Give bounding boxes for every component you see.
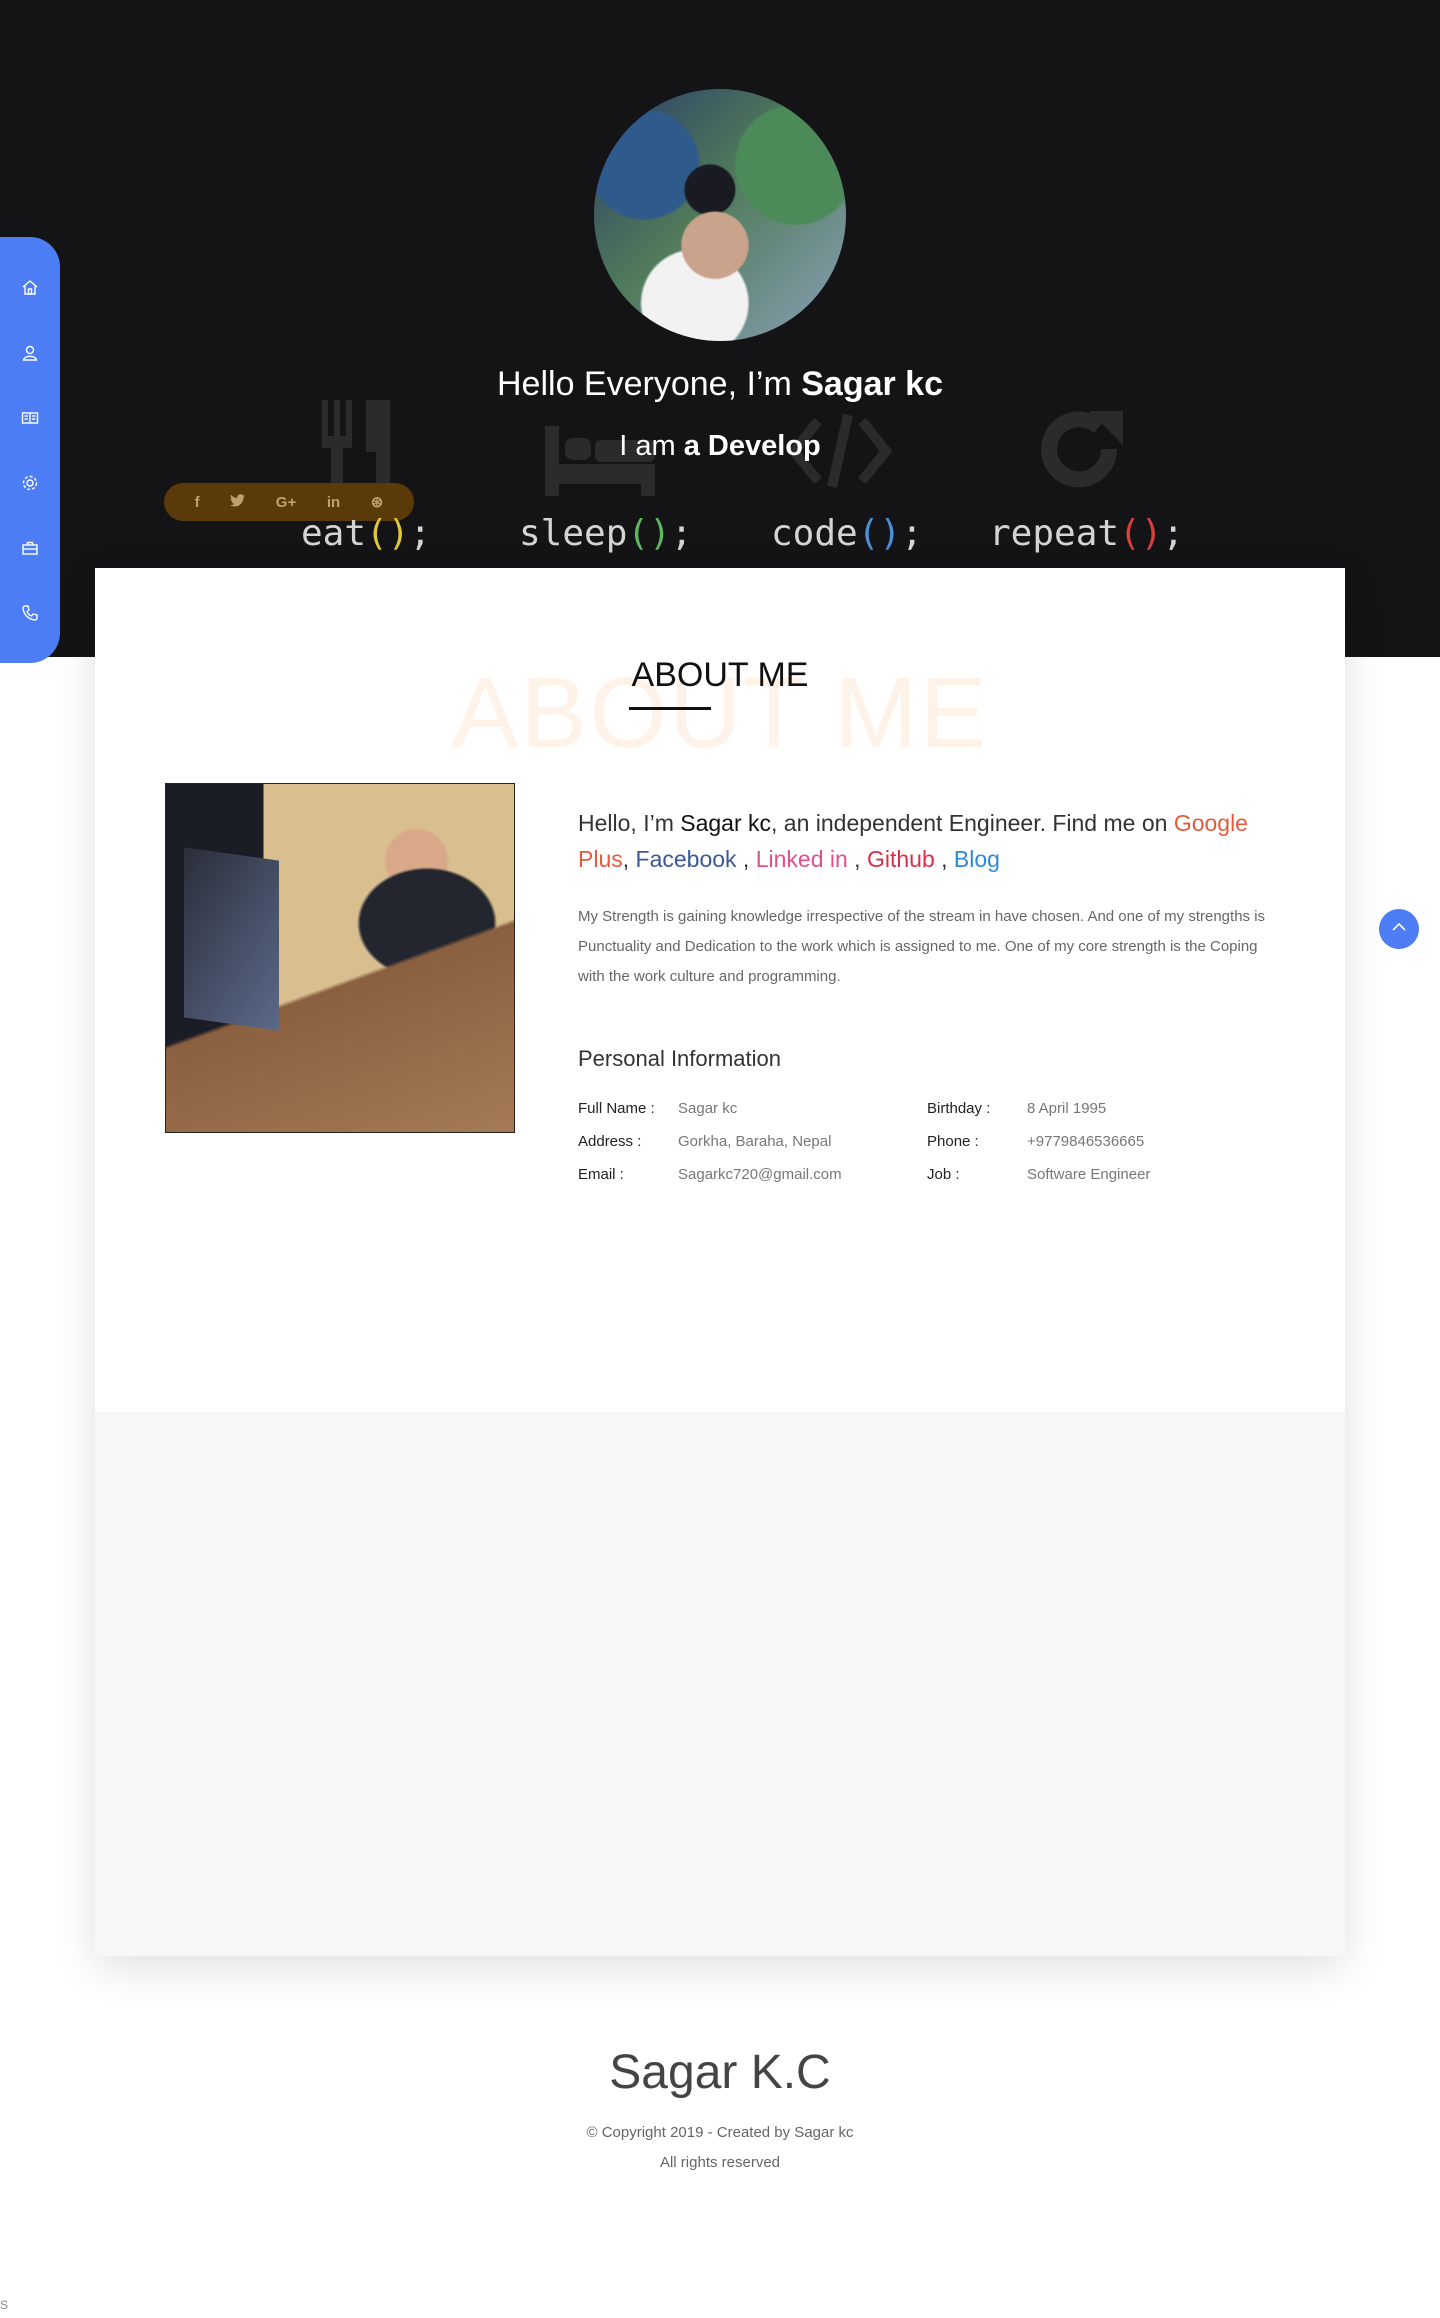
info-label: Birthday : <box>927 1100 991 1117</box>
code-paren-open: ( <box>857 513 880 554</box>
info-label: Job : <box>927 1166 960 1183</box>
code-paren-open: ( <box>1119 513 1141 554</box>
facebook-link[interactable]: Facebook <box>636 846 737 872</box>
separator: , <box>622 846 630 872</box>
hero-role: I am a Develop <box>0 430 1440 463</box>
code-paren-close: ) <box>879 513 902 554</box>
about-photo <box>165 783 515 1133</box>
footer-copyright: © Copyright 2019 - Created by Sagar kc <box>586 2124 854 2141</box>
title-underline <box>629 707 711 710</box>
info-value: Sagarkc720@gmail.com <box>678 1166 842 1183</box>
code-word-sleep: sleep <box>519 513 628 554</box>
info-value: +9779846536665 <box>1027 1133 1145 1150</box>
personal-info-title: Personal Information <box>578 1046 781 1071</box>
side-navigation <box>0 237 60 663</box>
role-prefix: I am <box>619 430 684 462</box>
info-label: Address : <box>578 1133 642 1150</box>
user-icon[interactable] <box>20 343 40 363</box>
code-semicolon: ; <box>1162 513 1185 554</box>
intro-name: Sagar kc <box>680 810 772 836</box>
code-paren-open: ( <box>366 513 388 554</box>
info-value: Software Engineer <box>1027 1166 1151 1183</box>
hero-section: Hello Everyone, I’m Sagar kc I am a Deve… <box>0 0 1440 657</box>
info-label: Full Name : <box>578 1100 655 1117</box>
info-label: Email : <box>578 1166 624 1183</box>
facebook-icon[interactable]: f <box>195 494 200 511</box>
settings-icon[interactable] <box>20 473 40 493</box>
briefcase-icon[interactable] <box>20 538 40 558</box>
code-word-code: code <box>771 513 858 554</box>
role-value: a Develop <box>683 430 821 462</box>
google-plus-icon[interactable]: G+ <box>276 494 296 511</box>
corner-letter: S <box>0 2298 9 2312</box>
phone-icon[interactable] <box>20 603 40 623</box>
about-card: ABOUT ME ABOUT ME Hello, I’m Sagar kc, a… <box>95 568 1345 1956</box>
info-value: Gorkha, Baraha, Nepal <box>678 1133 832 1150</box>
greeting-prefix: Hello Everyone, I’m <box>497 365 802 403</box>
twitter-icon[interactable] <box>230 493 246 511</box>
separator: , <box>736 846 756 872</box>
profile-avatar <box>594 89 846 341</box>
chevron-up-icon <box>1390 918 1408 940</box>
code-paren-close: ) <box>1140 513 1163 554</box>
card-lower-panel <box>95 1412 1345 1956</box>
code-sleep: sleep(); <box>519 513 692 554</box>
code-eat: eat(); <box>301 513 431 554</box>
hero-greeting: Hello Everyone, I’m Sagar kc <box>0 365 1440 404</box>
code-code: code(); <box>771 513 923 554</box>
code-word-repeat: repeat <box>989 513 1120 554</box>
greeting-name: Sagar kc <box>801 365 943 403</box>
blog-link[interactable]: Blog <box>954 846 1000 872</box>
info-label: Phone : <box>927 1133 979 1150</box>
separator: , <box>934 846 954 872</box>
linkedin-link[interactable]: Linked in <box>756 846 848 872</box>
code-word-eat: eat <box>301 513 367 554</box>
code-paren-open: ( <box>627 513 650 554</box>
code-semicolon: ; <box>901 513 923 554</box>
code-repeat: repeat(); <box>989 513 1184 554</box>
code-paren-close: ) <box>649 513 671 554</box>
info-value: Sagar kc <box>678 1100 738 1117</box>
dribbble-icon[interactable]: ⊛ <box>371 493 384 511</box>
footer-rights: All rights reserved <box>659 2154 781 2171</box>
code-paren-close: ) <box>387 513 410 554</box>
scroll-to-top-button[interactable] <box>1379 909 1419 949</box>
intro-prefix: Hello, I’m <box>578 810 681 836</box>
github-link[interactable]: Github <box>867 846 935 872</box>
about-intro: Hello, I’m Sagar kc, an independent Engi… <box>578 805 1298 877</box>
footer-name: Sagar K.C <box>609 2046 831 2099</box>
code-semicolon: ; <box>409 513 432 554</box>
linkedin-icon[interactable]: in <box>327 494 340 511</box>
resume-icon[interactable] <box>20 408 40 428</box>
info-value: 8 April 1995 <box>1027 1100 1107 1117</box>
code-semicolon: ; <box>670 513 693 554</box>
intro-mid: , an independent Engineer. Find me on <box>771 810 1174 836</box>
photo-monitor <box>184 847 279 1031</box>
about-description: My Strength is gaining knowledge irrespe… <box>578 908 1266 985</box>
about-title: ABOUT ME <box>631 656 809 694</box>
home-icon[interactable] <box>20 278 40 298</box>
separator: , <box>847 846 867 872</box>
